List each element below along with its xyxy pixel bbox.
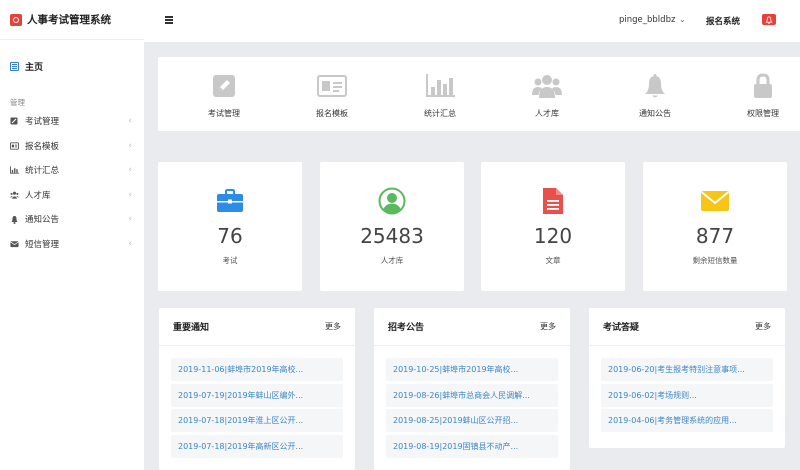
edit-icon [209,73,239,99]
more-link[interactable]: 更多 [755,321,771,332]
quick-link-label: 权限管理 [747,109,779,118]
list-item[interactable]: 2019-08-19|2019固镇县不动产... [386,434,558,458]
stat-card-exams[interactable]: 76 考试 [158,162,302,291]
sidebar: 人事考试管理系统 主页 管理 考试管理 ‹ 报名模板 ‹ 统计汇总 ‹ 人才库 … [0,0,144,470]
panel-list: 2019-11-06|蚌埠市2019年高校... 2019-07-19|2019… [159,346,355,458]
panel-list: 2019-10-25|蚌埠市2019年高校... 2019-08-26|蚌埠市总… [374,346,570,458]
notification-button[interactable] [762,14,776,25]
stat-label: 考试 [222,256,238,265]
sidebar-item-stats[interactable]: 统计汇总 ‹ [0,158,144,183]
bell-icon [640,73,670,99]
chevron-left-icon: ‹ [128,189,132,200]
id-card-icon [10,142,19,150]
sidebar-item-label: 短信管理 [25,239,60,250]
list-item[interactable]: 2019-07-19|2019年蚌山区编外... [171,383,343,407]
list-item[interactable]: 2019-08-26|蚌埠市总商会人民调解... [386,383,558,407]
edit-icon [10,117,19,125]
sidebar-item-label: 报名模板 [25,141,60,152]
more-link[interactable]: 更多 [540,321,556,332]
stat-value: 877 [695,224,735,248]
chevron-left-icon: ‹ [128,165,132,176]
stat-value: 25483 [360,224,424,248]
app-title: 人事考试管理系统 [27,14,111,26]
panel-title: 重要通知 [173,323,210,333]
sidebar-item-label: 统计汇总 [25,166,60,177]
stat-label: 文章 [545,256,561,265]
sidebar-item-notice[interactable]: 通知公告 ‹ [0,207,144,232]
app-logo-icon [10,13,22,26]
chevron-left-icon: ‹ [128,214,132,225]
panel-recruitment: 招考公告 更多 2019-10-25|蚌埠市2019年高校... 2019-08… [374,308,570,470]
panel-list: 2019-06-20|考生报考特别注意事项... 2019-06-02|考场规则… [589,346,785,432]
envelope-icon [700,186,730,216]
menu-toggle-icon[interactable] [165,16,173,18]
list-item[interactable]: 2019-08-25|2019蚌山区公开招... [386,409,558,432]
top-bar: pinge_bbldbz ⌄ 报名系统 [144,0,800,42]
sidebar-item-label: 通知公告 [25,215,60,226]
stat-value: 76 [217,224,243,248]
list-item[interactable]: 2019-07-18|2019年高新区公开... [171,434,343,458]
list-item[interactable]: 2019-10-25|蚌埠市2019年高校... [386,358,558,381]
more-link[interactable]: 更多 [325,321,341,332]
sidebar-section-label: 管理 [10,98,25,107]
briefcase-icon [215,186,245,216]
stat-card-articles[interactable]: 120 文章 [481,162,625,291]
stat-card-sms[interactable]: 877 剩余短信数量 [643,162,787,291]
stat-label: 剩余短信数量 [692,256,738,265]
document-icon [538,186,568,216]
panel-header: 招考公告 更多 [374,308,570,346]
brand[interactable]: 人事考试管理系统 [0,0,144,40]
chevron-left-icon: ‹ [128,238,132,249]
sidebar-item-talent[interactable]: 人才库 ‹ [0,183,144,208]
panel-title: 招考公告 [388,323,425,333]
list-item[interactable]: 2019-06-02|考场规则... [601,383,773,407]
sidebar-item-home[interactable]: 主页 [0,53,144,79]
sidebar-item-label: 主页 [25,62,44,73]
chevron-left-icon: ‹ [128,116,132,127]
list-item[interactable]: 2019-06-20|考生报考特别注意事项... [601,358,773,381]
stat-card-talent[interactable]: 25483 人才库 [320,162,464,291]
home-icon [10,61,19,71]
bell-icon [765,15,773,24]
bar-chart-icon [10,166,19,174]
stat-value: 120 [533,224,573,248]
panel-exam-faq: 考试答疑 更多 2019-06-20|考生报考特别注意事项... 2019-06… [589,308,785,448]
users-icon [532,73,562,99]
sidebar-item-label: 考试管理 [25,117,60,128]
panel-header: 重要通知 更多 [159,308,355,346]
id-card-icon [317,73,347,99]
user-menu[interactable]: pinge_bbldbz [619,15,675,25]
users-icon [10,191,19,199]
lock-icon [748,73,778,99]
sidebar-item-label: 人才库 [25,190,51,201]
stat-label: 人才库 [380,256,404,265]
quick-link-permissions[interactable]: 权限管理 [697,57,800,131]
chevron-left-icon: ‹ [128,140,132,151]
bar-chart-icon [425,73,455,99]
list-item[interactable]: 2019-04-06|考务管理系统的应用... [601,409,773,432]
sidebar-item-template[interactable]: 报名模板 ‹ [0,134,144,159]
list-item[interactable]: 2019-11-06|蚌埠市2019年高校... [171,358,343,381]
sidebar-item-sms[interactable]: 短信管理 ‹ [0,232,144,257]
chevron-down-icon[interactable]: ⌄ [679,15,686,24]
envelope-icon [10,240,19,248]
panel-header: 考试答疑 更多 [589,308,785,346]
panel-important-notices: 重要通知 更多 2019-11-06|蚌埠市2019年高校... 2019-07… [159,308,355,470]
registration-system-link[interactable]: 报名系统 [706,15,740,27]
panel-title: 考试答疑 [603,323,640,333]
list-item[interactable]: 2019-07-18|2019年淮上区公开... [171,409,343,432]
user-circle-icon [377,186,407,216]
sidebar-item-exam[interactable]: 考试管理 ‹ [0,109,144,134]
bell-icon [10,215,19,224]
